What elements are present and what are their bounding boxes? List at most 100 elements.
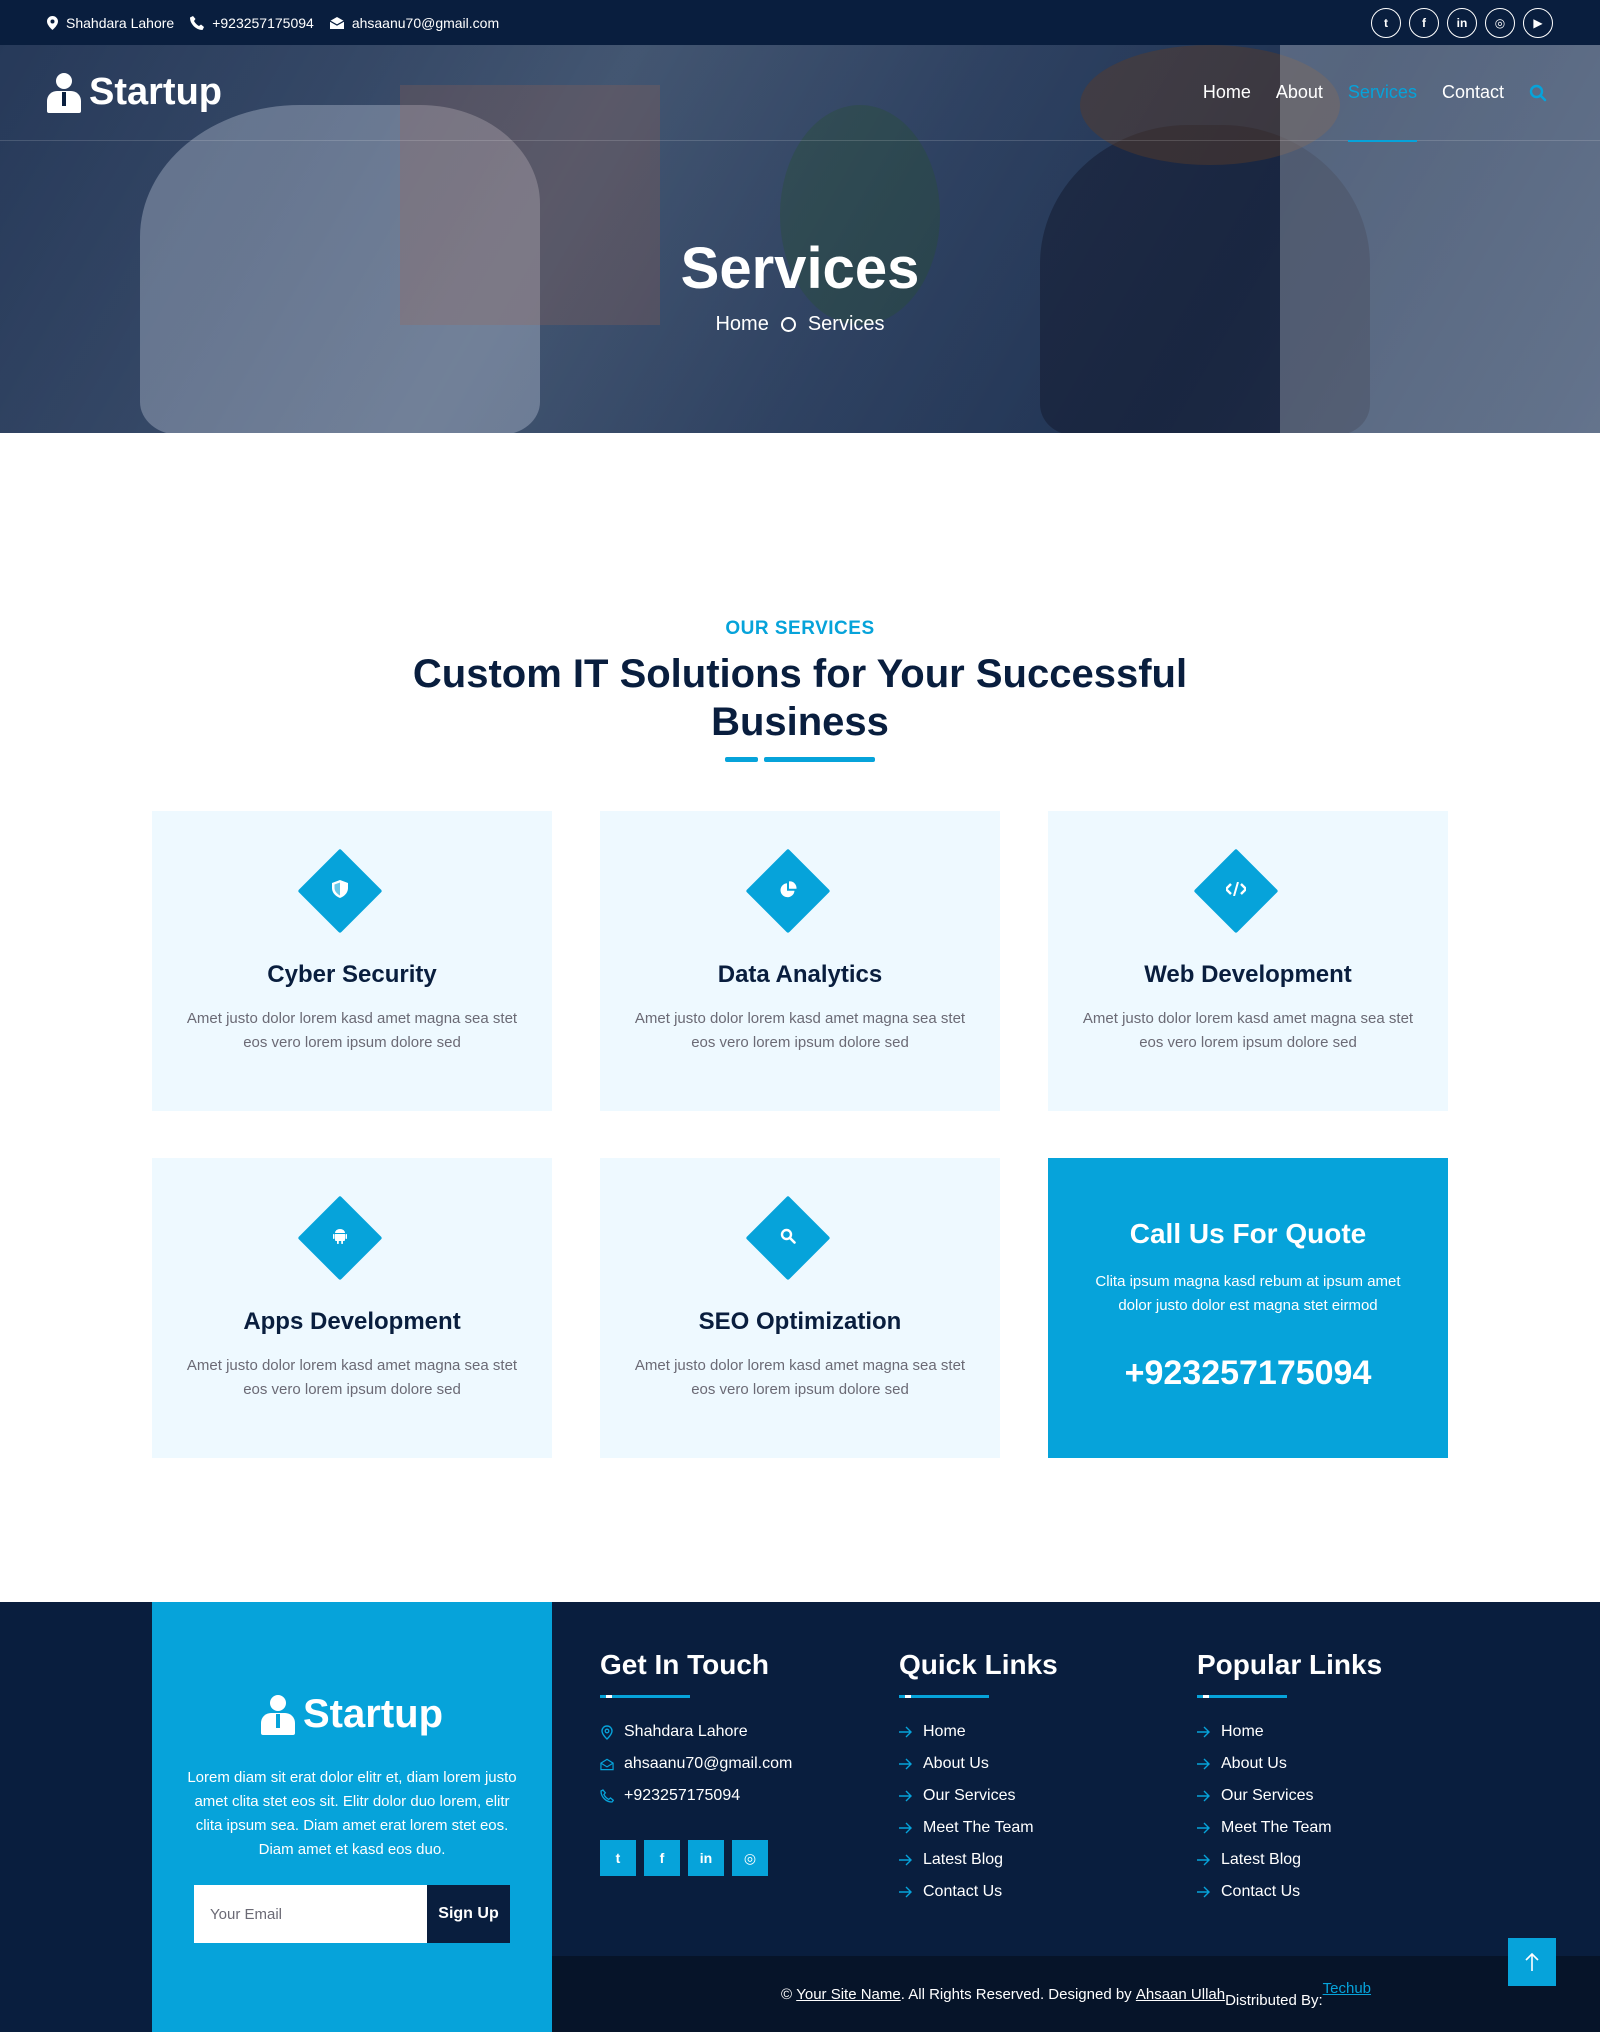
designer-link[interactable]: Ahsaan Ullah — [1136, 1986, 1225, 2003]
footer-link-label: Home — [1221, 1723, 1264, 1740]
arrow-right-icon — [1197, 1854, 1211, 1866]
footer-link-item[interactable]: Latest Blog — [1197, 1844, 1382, 1876]
twitter-icon[interactable]: t — [600, 1840, 636, 1876]
footer-about-text: Lorem diam sit erat dolor elitr et, diam… — [187, 1769, 517, 1858]
section-title: Custom IT Solutions for Your Successful … — [412, 652, 1188, 744]
top-social-links: t f in ◎ ▶ — [1371, 7, 1553, 38]
top-email-text: ahsaanu70@gmail.com — [351, 14, 500, 31]
copyright-text: . All Rights Reserved. Designed by — [900, 1985, 1132, 2003]
envelope-icon — [329, 16, 344, 29]
breadcrumb: Home Services — [0, 313, 1600, 336]
footer-quick-title: Quick Links — [899, 1649, 1058, 1680]
footer-link-label: Home — [923, 1723, 966, 1740]
footer-social-links: t f in ◎ — [600, 1840, 792, 1876]
service-card[interactable]: Data Analytics Amet justo dolor lorem ka… — [600, 811, 1000, 1111]
back-to-top-button[interactable] — [1508, 1938, 1556, 1986]
search-icon[interactable] — [1529, 84, 1553, 102]
arrow-right-icon — [899, 1854, 913, 1866]
quote-phone[interactable]: +923257175094 — [1048, 1354, 1448, 1393]
footer-brand-logo[interactable]: Startup — [152, 1692, 552, 1737]
nav-item-home[interactable]: Home — [1203, 45, 1251, 141]
footer-link-label: Our Services — [1221, 1787, 1314, 1804]
footer-link-label: Our Services — [923, 1787, 1016, 1804]
nav-item-contact[interactable]: Contact — [1442, 45, 1504, 141]
footer-link-item[interactable]: Our Services — [899, 1780, 1058, 1812]
top-location: Shahdara Lahore — [47, 15, 174, 31]
service-title: Web Development — [1144, 961, 1352, 988]
service-title: Cyber Security — [267, 961, 437, 988]
youtube-icon[interactable]: ▶ — [1523, 7, 1553, 38]
arrow-right-icon — [899, 1886, 913, 1898]
instagram-icon[interactable]: ◎ — [1485, 7, 1515, 38]
newsletter-form: Your Email Sign Up — [194, 1885, 510, 1943]
code-icon — [1193, 848, 1279, 934]
footer-link-label: About Us — [923, 1755, 989, 1772]
section-divider — [725, 757, 875, 762]
distributor-link[interactable]: Techub — [1323, 1980, 1371, 1997]
search-icon — [745, 1195, 831, 1281]
chart-pie-icon — [745, 848, 831, 934]
footer-email-text: ahsaanu70@gmail.com — [624, 1755, 793, 1772]
service-card[interactable]: SEO Optimization Amet justo dolor lorem … — [600, 1158, 1000, 1458]
signup-button[interactable]: Sign Up — [427, 1885, 510, 1943]
linkedin-icon[interactable]: in — [688, 1840, 724, 1876]
brand-name: Startup — [89, 71, 222, 113]
nav-item-about[interactable]: About — [1276, 45, 1323, 141]
site-name-link[interactable]: Your Site Name — [796, 1986, 901, 2003]
footer-title-divider — [1197, 1695, 1287, 1698]
service-title: Apps Development — [243, 1308, 461, 1335]
footer-link-item[interactable]: Meet The Team — [1197, 1812, 1382, 1844]
map-marker-icon — [600, 1724, 614, 1740]
footer-link-label: Contact Us — [1221, 1883, 1301, 1900]
circle-icon — [780, 317, 796, 332]
user-tie-icon — [261, 1694, 295, 1735]
footer-title-divider — [899, 1695, 989, 1698]
service-description: Amet justo dolor lorem kasd amet magna s… — [186, 1010, 518, 1051]
footer-link-item[interactable]: Meet The Team — [899, 1812, 1058, 1844]
footer-link-item[interactable]: Latest Blog — [899, 1844, 1058, 1876]
envelope-open-icon — [600, 1758, 614, 1771]
footer-about: Startup Lorem diam sit erat dolor elitr … — [152, 1602, 552, 2032]
footer-link-item[interactable]: Our Services — [1197, 1780, 1382, 1812]
section-subtitle: OUR SERVICES — [725, 618, 875, 639]
linkedin-icon[interactable]: in — [1447, 7, 1477, 38]
top-phone[interactable]: +923257175094 — [190, 15, 314, 31]
top-email[interactable]: ahsaanu70@gmail.com — [329, 14, 500, 31]
footer-link-item[interactable]: Contact Us — [1197, 1876, 1382, 1908]
footer-link-item[interactable]: About Us — [899, 1748, 1058, 1780]
nav-item-services[interactable]: Services — [1347, 45, 1417, 142]
service-title: Data Analytics — [717, 961, 883, 988]
facebook-icon[interactable]: f — [1409, 7, 1439, 38]
nav-menu: Home About Services Contact — [1203, 45, 1553, 142]
footer-link-label: Latest Blog — [923, 1851, 1004, 1868]
arrow-right-icon — [1197, 1822, 1211, 1834]
footer-popular-title: Popular Links — [1197, 1649, 1383, 1680]
service-title: SEO Optimization — [698, 1308, 902, 1335]
footer-link-item[interactable]: Contact Us — [899, 1876, 1058, 1908]
footer-location: Shahdara Lahore — [600, 1716, 792, 1748]
breadcrumb-current: Services — [807, 313, 885, 335]
service-card[interactable]: Web Development Amet justo dolor lorem k… — [1048, 811, 1448, 1111]
breadcrumb-home[interactable]: Home — [715, 313, 768, 336]
footer-email[interactable]: ahsaanu70@gmail.com — [600, 1748, 792, 1780]
twitter-icon[interactable]: t — [1371, 7, 1401, 38]
footer-brand-name: Startup — [303, 1692, 443, 1736]
service-description: Amet justo dolor lorem kasd amet magna s… — [186, 1357, 518, 1398]
footer-phone[interactable]: +923257175094 — [600, 1780, 792, 1812]
hero-banner: Startup Home About Services Contact Serv… — [0, 45, 1600, 433]
email-input[interactable]: Your Email — [194, 1885, 427, 1943]
arrow-up-icon — [1525, 1952, 1539, 1971]
footer-link-label: Meet The Team — [1221, 1819, 1332, 1836]
footer-link-label: Contact Us — [923, 1883, 1003, 1900]
shield-icon — [297, 848, 383, 934]
service-card[interactable]: Cyber Security Amet justo dolor lorem ka… — [152, 811, 552, 1111]
footer-link-item[interactable]: About Us — [1197, 1748, 1382, 1780]
service-card[interactable]: Apps Development Amet justo dolor lorem … — [152, 1158, 552, 1458]
facebook-icon[interactable]: f — [644, 1840, 680, 1876]
footer-link-item[interactable]: Home — [899, 1716, 1058, 1748]
footer-link-item[interactable]: Home — [1197, 1716, 1382, 1748]
brand-logo[interactable]: Startup — [47, 71, 222, 114]
instagram-icon[interactable]: ◎ — [732, 1840, 768, 1876]
footer-title-divider — [600, 1695, 690, 1698]
arrow-right-icon — [1197, 1726, 1211, 1738]
